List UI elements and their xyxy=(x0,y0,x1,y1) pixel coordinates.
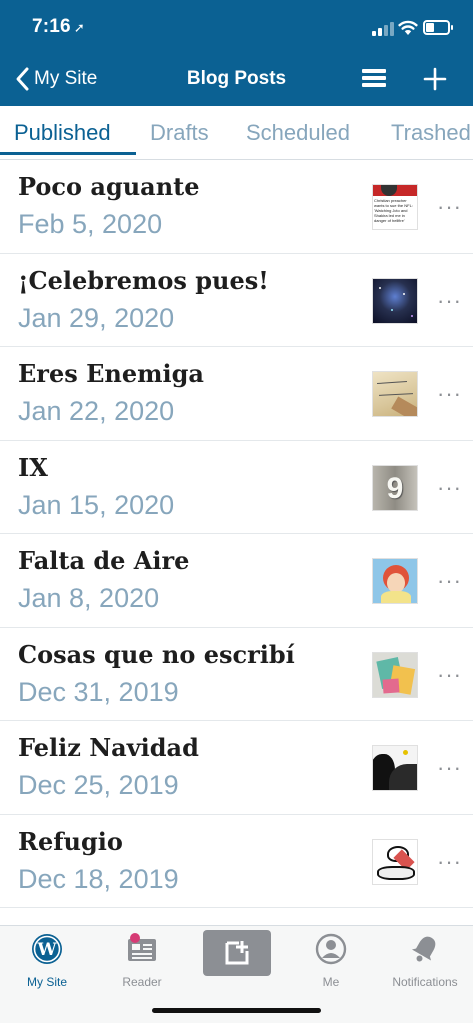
thumbnail-caption: Christian preacher wants to sue the NFL:… xyxy=(374,198,413,223)
more-options-button[interactable]: ··· xyxy=(437,475,462,501)
post-date: Jan 8, 2020 xyxy=(18,583,160,613)
tab-drafts[interactable]: Drafts xyxy=(150,120,209,146)
list-item[interactable]: Cosas que no escribí Dec 31, 2019 ··· xyxy=(0,627,473,721)
list-item[interactable]: IX Jan 15, 2020 9 ··· xyxy=(0,440,473,534)
more-options-button[interactable]: ··· xyxy=(437,381,462,407)
post-thumbnail xyxy=(372,371,418,417)
wifi-icon xyxy=(398,20,418,35)
post-date: Jan 15, 2020 xyxy=(18,489,175,520)
tab-my-site[interactable]: W My Site xyxy=(0,932,94,989)
post-thumbnail xyxy=(372,651,418,698)
more-options-button[interactable]: ··· xyxy=(437,755,462,781)
status-bar: 7:16 ➚ xyxy=(0,0,473,56)
post-title: Falta de Aire xyxy=(18,546,190,575)
more-options-button[interactable]: ··· xyxy=(437,662,462,688)
top-header: 7:16 ➚ My Site Blog Posts xyxy=(0,0,473,106)
post-thumbnail xyxy=(372,745,418,791)
list-view-toggle-button[interactable] xyxy=(362,69,386,89)
list-item[interactable]: Eres Enemiga Jan 22, 2020 ··· xyxy=(0,347,473,441)
post-title: Eres Enemiga xyxy=(18,359,204,388)
reader-icon xyxy=(128,933,156,961)
person-icon xyxy=(315,933,347,965)
more-options-button[interactable]: ··· xyxy=(437,288,462,314)
home-indicator xyxy=(152,1008,321,1013)
add-post-button[interactable] xyxy=(422,66,448,92)
post-thumbnail xyxy=(372,558,418,604)
tab-scheduled[interactable]: Scheduled xyxy=(246,120,350,146)
post-thumbnail: 9 xyxy=(372,464,418,511)
more-options-button[interactable]: ··· xyxy=(437,849,462,875)
cellular-signal-icon xyxy=(372,22,394,36)
post-date: Dec 18, 2019 xyxy=(18,863,179,894)
post-title: Poco aguante xyxy=(18,172,200,201)
bell-icon xyxy=(411,936,436,962)
more-options-button[interactable]: ··· xyxy=(437,568,462,594)
tab-notifications[interactable]: Notifications xyxy=(378,932,472,989)
svg-text:W: W xyxy=(36,940,57,960)
tab-published[interactable]: Published xyxy=(14,120,111,146)
list-item[interactable]: Refugio Dec 18, 2019 ··· xyxy=(0,814,473,908)
active-tab-indicator xyxy=(0,152,136,155)
page-title: Blog Posts xyxy=(186,68,287,89)
post-thumbnail xyxy=(372,838,418,885)
post-date: Feb 5, 2020 xyxy=(18,209,163,239)
post-title: Cosas que no escribí xyxy=(18,639,295,669)
post-date: Jan 22, 2020 xyxy=(18,396,175,426)
notification-badge xyxy=(130,933,140,943)
wordpress-icon: W xyxy=(32,934,62,964)
new-post-button-bg xyxy=(203,930,271,976)
post-title: ¡Celebremos pues! xyxy=(18,265,269,295)
tab-me[interactable]: Me xyxy=(284,932,378,989)
tab-my-site-label: My Site xyxy=(26,975,67,989)
status-time: 7:16 ➚ xyxy=(32,16,85,38)
post-title: Feliz Navidad xyxy=(18,733,199,762)
new-post-button[interactable] xyxy=(190,930,284,976)
post-thumbnail xyxy=(372,277,418,324)
list-item[interactable]: Feliz Navidad Dec 25, 2019 ··· xyxy=(0,721,473,815)
tab-trashed[interactable]: Trashed xyxy=(391,120,471,146)
thumbnail-number: 9 xyxy=(386,471,404,505)
battery-icon xyxy=(423,20,453,35)
tab-notifications-label: Notifications xyxy=(392,975,458,989)
navigation-bar: My Site Blog Posts xyxy=(0,56,473,106)
post-date: Jan 29, 2020 xyxy=(18,302,175,333)
more-options-button[interactable]: ··· xyxy=(437,194,462,220)
post-thumbnail: Christian preacher wants to sue the NFL:… xyxy=(372,184,418,230)
post-date: Dec 31, 2019 xyxy=(18,676,179,707)
tab-reader-label: Reader xyxy=(122,975,162,989)
list-item[interactable]: ¡Celebremos pues! Jan 29, 2020 ··· xyxy=(0,253,473,347)
post-title: IX xyxy=(18,452,48,482)
post-date: Dec 25, 2019 xyxy=(18,770,179,800)
list-item[interactable]: Falta de Aire Jan 8, 2020 ··· xyxy=(0,534,473,628)
list-item[interactable]: Poco aguante Feb 5, 2020 Christian preac… xyxy=(0,160,473,254)
tab-me-label: Me xyxy=(322,975,340,989)
status-time-text: 7:16 xyxy=(32,16,71,37)
tab-reader[interactable]: Reader xyxy=(95,932,189,989)
location-arrow-icon: ➚ xyxy=(73,20,85,35)
post-title: Refugio xyxy=(18,826,123,856)
compose-icon xyxy=(225,941,249,965)
posts-list: Poco aguante Feb 5, 2020 Christian preac… xyxy=(0,160,473,1002)
